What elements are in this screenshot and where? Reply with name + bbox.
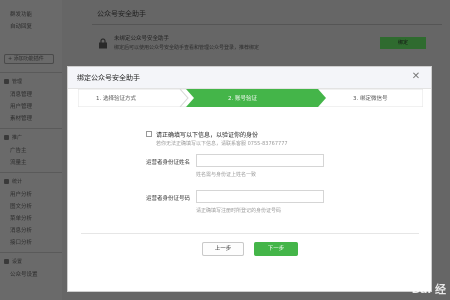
sidebar-item[interactable]: 流量主 [10,158,27,166]
manage-icon [4,79,9,84]
page-title: 公众号安全助手 [97,10,146,18]
sidebar-item[interactable]: 用户管理 [10,102,32,110]
operator-id-hint: 请正确填写注册时所登记的身份证号码 [196,208,282,214]
operator-id-input[interactable] [196,190,324,203]
dialog-divider [81,233,419,234]
step-3-label: 3. 绑定微信号 [353,96,388,102]
promote-icon [4,135,9,140]
verify-notice: 请正确填写以下信息，以验证你的身份 [146,130,258,139]
background-sidebar: 群发功能 自动回复 + 添加功能插件 管理 消息管理 用户管理 素材管理 推广 … [0,0,62,300]
divider [0,72,62,73]
divider [0,252,62,253]
sidebar-item[interactable]: 消息分析 [10,226,32,234]
divider [92,24,442,25]
operator-name-input[interactable] [196,154,324,167]
sidebar-item[interactable]: 消息管理 [10,90,32,98]
bind-assistant-dialog: 绑定公众号安全助手 ✕ 1. 选择验证方式 2. 账号验证 3. 绑定微信号 请… [67,66,432,292]
sidebar-group-manage: 管理 [4,78,22,85]
notice-title: 请正确填写以下信息，以验证你的身份 [156,132,259,139]
dialog-title: 绑定公众号安全助手 [77,74,140,82]
step-1-label: 1. 选择验证方式 [96,96,136,102]
sidebar-item[interactable]: 广告主 [10,146,27,154]
operator-name-label: 运营者身份证姓名 [146,160,191,166]
settings-icon [4,259,9,264]
watermark: Bai 经 [411,283,446,296]
divider [0,128,62,129]
operator-name-hint: 姓名需与身份证上姓名一致 [196,172,257,178]
info-description: 绑定后可以使用公众号安全助手查看和管理公众号登录，推荐绑定 [114,45,260,51]
lock-icon [99,38,107,49]
bind-button[interactable]: 绑定 [380,37,426,49]
sidebar-item[interactable]: 群发功能 [10,10,32,18]
sidebar-item[interactable]: 图文分析 [10,202,32,210]
notice-subtext: 若你无法正确填写以下信息，请联系客服 0755-83767777 [156,141,288,147]
step-2-label: 2. 账号验证 [228,96,257,102]
notice-icon [146,131,152,137]
sidebar-item[interactable]: 公众号设置 [10,270,38,278]
sidebar-item[interactable]: 素材管理 [10,114,32,122]
previous-button[interactable]: 上一步 [202,242,244,256]
sidebar-group-promote: 推广 [4,134,22,141]
step-progress: 1. 选择验证方式 2. 账号验证 3. 绑定微信号 [78,89,423,107]
divider [0,172,62,173]
stats-icon [4,179,9,184]
sidebar-item[interactable]: 菜单分析 [10,214,32,222]
info-title: 未绑定公众号安全助手 [114,36,170,42]
dialog-header: 绑定公众号安全助手 ✕ [68,67,431,89]
close-icon[interactable]: ✕ [410,71,422,83]
sidebar-group-settings: 设置 [4,258,22,265]
sidebar-item[interactable]: 接口分析 [10,238,32,246]
add-plugin-button[interactable]: + 添加功能插件 [4,54,54,64]
sidebar-group-stats: 统计 [4,178,22,185]
sidebar-item[interactable]: 自动回复 [10,22,32,30]
operator-id-label: 运营者身份证号码 [146,196,191,202]
next-button[interactable]: 下一步 [254,242,298,256]
sidebar-item[interactable]: 用户分析 [10,190,32,198]
